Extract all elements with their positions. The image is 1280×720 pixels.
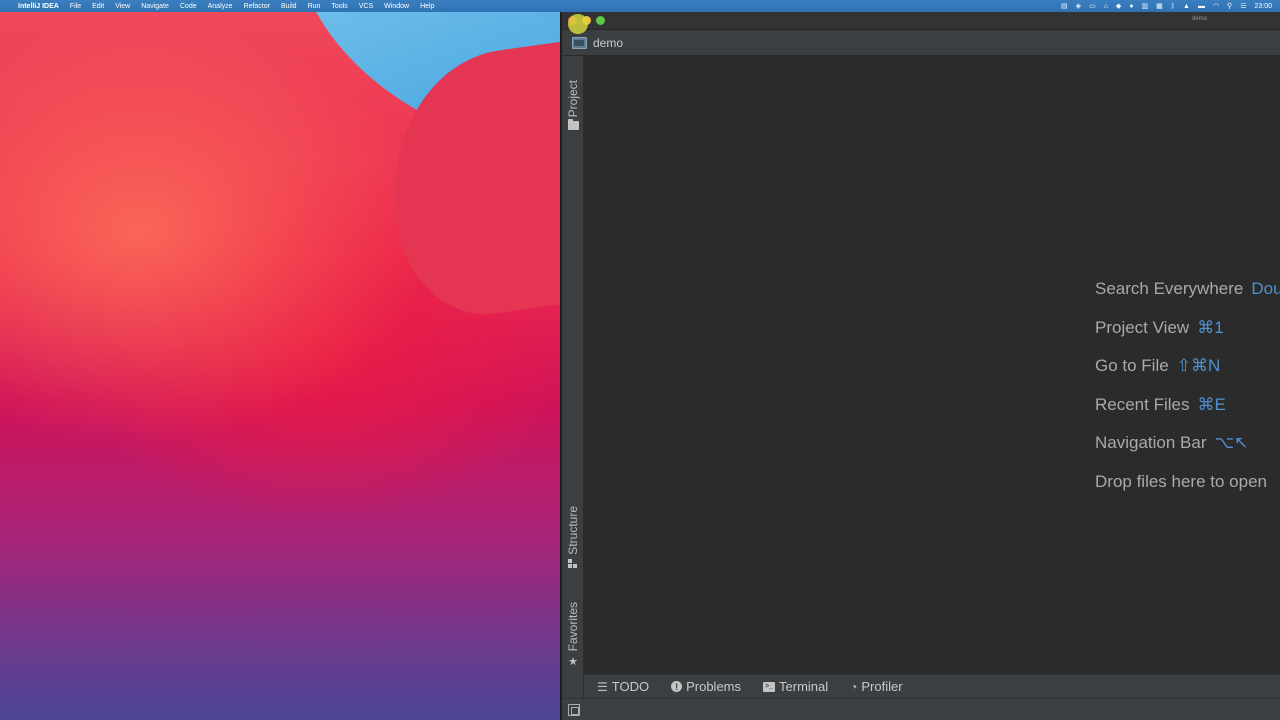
menu-tools[interactable]: Tools [331,3,347,10]
tool-tab-problems[interactable]: ! Problems [671,679,741,694]
menu-build[interactable]: Build [281,3,297,10]
hint-label: Search Everywhere [1095,279,1244,298]
tool-tab-profiler[interactable]: ◔ Profiler [850,679,902,694]
navigation-bar: demo [562,30,1280,56]
cursor-highlight [568,14,588,34]
tool-tab-structure-label: Structure [566,506,580,555]
tool-tab-terminal[interactable]: >_ Terminal [763,679,828,694]
hint-recent-files: Recent Files ⌘E [1095,394,1280,433]
hint-project-view: Project View ⌘1 [1095,317,1280,356]
menu-edit[interactable]: Edit [92,3,104,10]
hint-drop-files: Drop files here to open [1095,471,1280,510]
hint-shortcut: ⌘1 [1197,317,1224,337]
star-icon: ★ [568,656,578,669]
shield-icon[interactable]: ◆ [1116,2,1121,10]
folder-icon [567,119,579,131]
bluetooth-icon[interactable]: ᛒ [1171,3,1175,10]
menu-window[interactable]: Window [384,3,409,10]
menu-code[interactable]: Code [180,3,197,10]
tool-tab-favorites[interactable]: Favorites ★ [562,602,584,668]
dropbox-icon[interactable]: ◈ [1076,2,1081,10]
structure-icon [568,558,578,569]
hint-label: Project View [1095,317,1190,337]
home-icon[interactable]: ⌂ [1104,3,1108,10]
menu-vcs[interactable]: VCS [359,3,373,10]
todo-list-icon: ☰ [597,679,608,694]
hint-label: Navigation Bar [1095,433,1207,452]
status-bar [562,698,1280,720]
search-icon[interactable]: ⚲ [1227,2,1232,10]
keyboard-icon[interactable]: ▦ [1156,2,1163,10]
menu-navigate[interactable]: Navigate [141,3,169,10]
hint-label: Recent Files [1095,394,1190,414]
hint-search-everywhere: Search Everywhere Dou [1095,278,1280,317]
hint-go-to-file: Go to File ⇧⌘N [1095,355,1280,394]
hint-shortcut: ⌘E [1197,394,1226,414]
tool-tab-todo-label: TODO [611,679,650,694]
window-title: demo [1192,16,1208,22]
project-folder-icon [572,36,587,49]
hint-navigation-bar: Navigation Bar ⌥↖ [1095,432,1280,471]
left-tool-window-strip: Project Structure Favorites ★ [562,56,584,720]
editor-hints: Search Everywhere Dou Project View ⌘1 Go t… [1095,278,1280,509]
problems-icon: ! [671,681,683,692]
terminal-icon: >_ [763,681,776,692]
bottom-tool-window-bar: ☰ TODO ! Problems >_ Terminal ◔ Profiler [584,674,1280,698]
tool-tab-profiler-label: Profiler [861,679,903,694]
tool-tab-terminal-label: Terminal [779,679,829,694]
tool-tab-project-label: Project [566,80,580,118]
hint-label: Go to File [1095,356,1169,375]
menu-file[interactable]: File [70,3,81,10]
hint-shortcut: ⌥↖ [1214,433,1249,452]
menu-analyze[interactable]: Analyze [208,3,233,10]
hint-label: Drop files here to open [1095,471,1267,491]
wifi-icon[interactable]: ◠ [1213,2,1219,10]
tool-windows-toggle-icon[interactable] [568,704,580,716]
hint-shortcut: Dou [1251,279,1280,298]
profiler-icon: ◔ [850,679,858,694]
ide-window: demo demo Project Structure Favorites ★ … [560,12,1280,720]
tool-tab-problems-label: Problems [686,679,742,694]
record-icon[interactable]: ● [1129,3,1133,10]
zoom-window-button[interactable] [596,16,605,25]
breadcrumb-project[interactable]: demo [593,36,623,50]
cast-icon[interactable]: ▭ [1089,2,1096,10]
tool-tab-structure[interactable]: Structure [562,506,584,569]
status-menu-area: ▤ ◈ ▭ ⌂ ◆ ● ▥ ▦ ᛒ ▲ ▬ ◠ ⚲ ☰ 23:00 [1061,0,1272,12]
battery-icon[interactable]: ▬ [1198,3,1205,10]
menu-run[interactable]: Run [308,3,321,10]
menu-app-name[interactable]: IntelliJ IDEA [18,3,59,10]
tool-tab-favorites-label: Favorites [566,602,580,652]
menu-help[interactable]: Help [420,3,434,10]
menu-clock[interactable]: 23:00 [1254,3,1272,10]
desktop-wallpaper [0,12,562,720]
hint-shortcut: ⇧⌘N [1176,356,1221,375]
airplay-icon[interactable]: ▲ [1183,3,1190,10]
macos-menu-bar: IntelliJ IDEA File Edit View Navigate Co… [0,0,1280,12]
clipboard-icon[interactable]: ▤ [1061,2,1068,10]
notes-icon[interactable]: ▥ [1142,2,1149,10]
tool-tab-todo[interactable]: ☰ TODO [597,679,649,694]
menu-refactor[interactable]: Refactor [244,3,270,10]
menu-view[interactable]: View [115,3,130,10]
editor-empty-area[interactable]: Search Everywhere Dou Project View ⌘1 Go t… [584,56,1280,674]
tool-tab-project[interactable]: Project [562,80,584,131]
control-center-icon[interactable]: ☰ [1240,2,1246,10]
window-title-bar[interactable]: demo [562,12,1280,30]
